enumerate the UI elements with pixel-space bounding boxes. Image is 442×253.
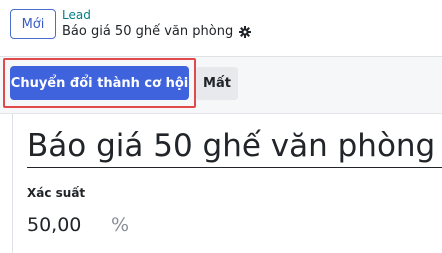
new-button[interactable]: Mới xyxy=(10,9,56,39)
record-name-field[interactable]: Báo giá 50 ghế văn phòng xyxy=(27,124,442,168)
breadcrumb-parent-link[interactable]: Lead xyxy=(62,8,91,22)
convert-to-opportunity-button[interactable]: Chuyển đổi thành cơ hội xyxy=(10,66,189,100)
control-panel: Mới Lead Báo giá 50 ghế văn phòng xyxy=(0,0,442,57)
breadcrumb-current-record: Báo giá 50 ghế văn phòng xyxy=(62,24,234,39)
lost-button[interactable]: Mất xyxy=(196,67,238,100)
breadcrumb: Báo giá 50 ghế văn phòng xyxy=(62,24,252,39)
probability-unit: % xyxy=(111,214,130,236)
probability-input[interactable]: 50,00 xyxy=(27,214,81,236)
probability-label: Xác suất xyxy=(27,186,86,200)
gear-icon[interactable] xyxy=(239,25,252,38)
